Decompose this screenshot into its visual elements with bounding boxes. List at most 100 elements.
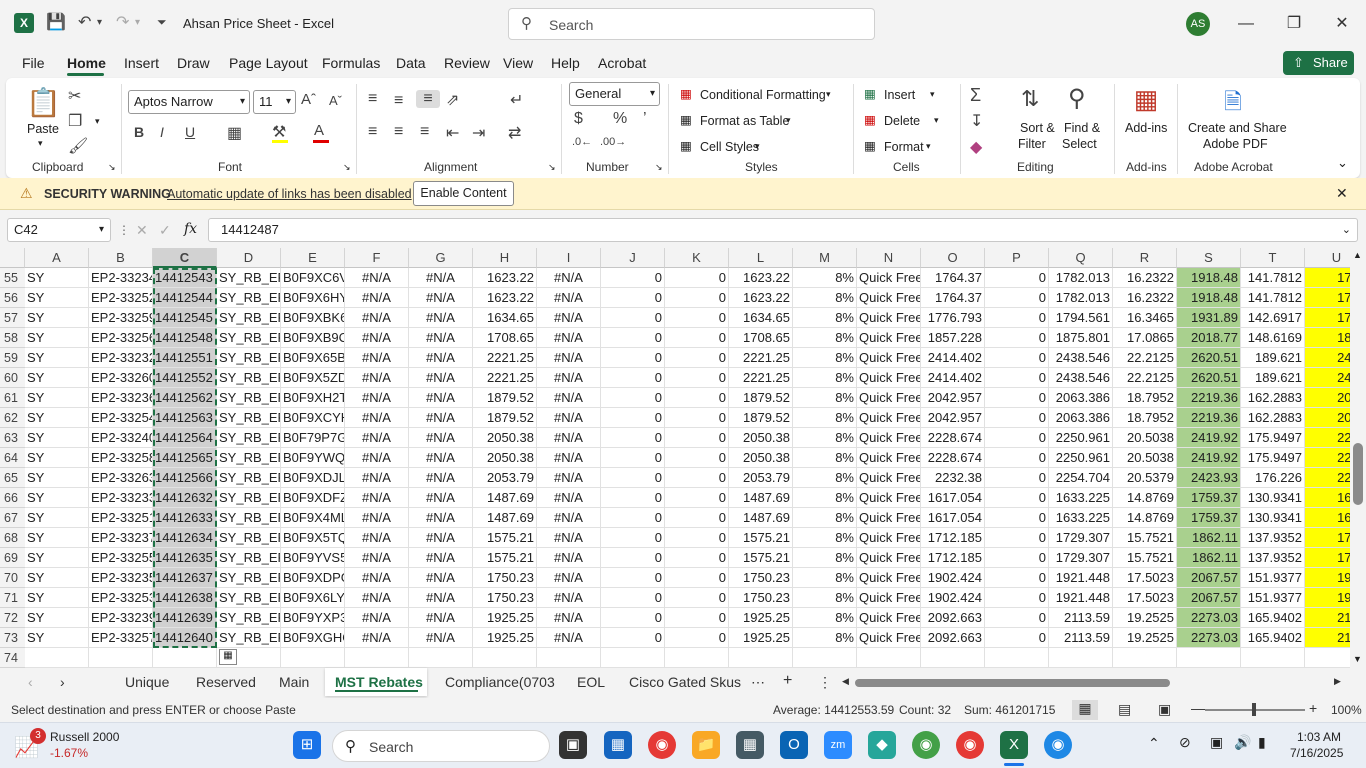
table-cell[interactable]: 19.2525 xyxy=(1113,608,1177,628)
wrap-text-icon[interactable]: ↵ xyxy=(510,90,523,110)
more-tabs-icon[interactable]: ⋯ xyxy=(751,674,765,691)
increase-indent-icon[interactable]: ⇥ xyxy=(472,123,485,143)
paste-icon[interactable]: 📋 xyxy=(26,86,61,120)
table-cell[interactable]: 1764.37 xyxy=(921,268,985,288)
table-cell[interactable] xyxy=(601,648,665,668)
minimize-icon[interactable]: — xyxy=(1231,10,1261,38)
normal-view-icon[interactable]: ▦ xyxy=(1072,700,1098,720)
table-cell[interactable]: 2113.59 xyxy=(1049,608,1113,628)
table-cell[interactable]: B0F9XC6V xyxy=(281,268,345,288)
enable-content-button[interactable]: Enable Content xyxy=(413,181,514,206)
table-cell[interactable]: 16.2322 xyxy=(1113,268,1177,288)
table-cell[interactable]: 0 xyxy=(665,268,729,288)
sort-filter-label-2[interactable]: Filter xyxy=(1018,137,1046,151)
table-cell[interactable]: 1617.054 xyxy=(921,488,985,508)
table-cell[interactable]: #N/A xyxy=(537,268,601,288)
table-cell[interactable]: SY_RB_EP2 xyxy=(217,608,281,628)
table-cell[interactable]: 8% xyxy=(793,268,857,288)
table-cell[interactable]: SY_RB_EP2 xyxy=(217,348,281,368)
row-header[interactable]: 62 xyxy=(0,408,25,428)
column-header[interactable]: N xyxy=(857,248,921,268)
copy-icon[interactable]: ❐ xyxy=(68,111,82,131)
menu-view[interactable]: View xyxy=(503,55,533,71)
table-cell[interactable]: #N/A xyxy=(345,628,409,648)
share-button[interactable]: ⇧ Share xyxy=(1283,51,1354,75)
table-cell[interactable]: 0 xyxy=(601,628,665,648)
table-cell[interactable]: #N/A xyxy=(537,528,601,548)
bold-icon[interactable]: B xyxy=(134,124,144,140)
table-cell[interactable]: #N/A xyxy=(409,308,473,328)
row-header[interactable]: 55 xyxy=(0,268,25,288)
table-cell[interactable]: 14.8769 xyxy=(1113,488,1177,508)
table-cell[interactable]: EP2-33252 xyxy=(89,288,153,308)
align-right-icon[interactable]: ≡ xyxy=(420,123,429,141)
save-icon[interactable]: 💾 xyxy=(46,12,66,32)
table-cell[interactable]: #N/A xyxy=(409,588,473,608)
table-cell[interactable]: SY xyxy=(25,448,89,468)
align-top-icon[interactable]: ≡ xyxy=(368,90,377,108)
table-cell[interactable] xyxy=(1049,648,1113,668)
table-cell[interactable]: SY xyxy=(25,608,89,628)
scroll-up-icon[interactable]: ▲ xyxy=(1353,250,1362,260)
table-cell[interactable]: 1921.448 xyxy=(1049,588,1113,608)
table-cell[interactable]: EP2-33239 xyxy=(89,608,153,628)
find-select-icon[interactable]: ⚲ xyxy=(1068,84,1086,113)
orientation-icon[interactable]: ⇗ xyxy=(446,90,459,110)
table-cell[interactable]: 2050.38 xyxy=(729,448,793,468)
table-cell[interactable]: 0 xyxy=(665,328,729,348)
table-cell[interactable]: #N/A xyxy=(537,608,601,628)
table-cell[interactable]: #N/A xyxy=(409,328,473,348)
table-cell[interactable]: #N/A xyxy=(537,368,601,388)
table-cell[interactable]: 1902.424 xyxy=(921,568,985,588)
chrome-profile-icon[interactable]: ◉ xyxy=(912,731,940,759)
table-cell[interactable]: 0 xyxy=(601,388,665,408)
table-cell[interactable]: 137.9352 xyxy=(1241,548,1305,568)
search-box[interactable]: ⚲ Search xyxy=(508,8,875,40)
table-cell[interactable]: EP2-33256 xyxy=(89,328,153,348)
table-cell[interactable]: SY_RB_EP2 xyxy=(217,408,281,428)
row-header[interactable]: 57 xyxy=(0,308,25,328)
column-header[interactable]: J xyxy=(601,248,665,268)
table-cell[interactable]: B0F9X4ML xyxy=(281,508,345,528)
table-cell[interactable]: B0F9XDFZ xyxy=(281,488,345,508)
table-cell[interactable]: 2419.92 xyxy=(1177,428,1241,448)
table-cell[interactable]: 2018.77 xyxy=(1177,328,1241,348)
table-cell[interactable]: 0 xyxy=(985,608,1049,628)
table-cell[interactable]: 1575.21 xyxy=(473,528,537,548)
table-cell[interactable]: 1776 xyxy=(1305,288,1350,308)
table-cell[interactable]: 8% xyxy=(793,628,857,648)
table-cell[interactable]: #N/A xyxy=(345,568,409,588)
calculator-icon[interactable]: ▦ xyxy=(736,731,764,759)
row-header[interactable]: 67 xyxy=(0,508,25,528)
close-icon[interactable]: ✕ xyxy=(1336,185,1348,202)
table-cell[interactable]: 0 xyxy=(601,488,665,508)
table-cell[interactable]: 8% xyxy=(793,328,857,348)
table-cell[interactable]: 2240 xyxy=(1305,448,1350,468)
table-cell[interactable]: 8% xyxy=(793,468,857,488)
table-cell[interactable]: #N/A xyxy=(537,408,601,428)
table-cell[interactable]: B0F9XGHG xyxy=(281,628,345,648)
table-cell[interactable]: 1617.054 xyxy=(921,508,985,528)
table-cell[interactable]: 1487.69 xyxy=(473,508,537,528)
table-cell[interactable]: 8% xyxy=(793,568,857,588)
table-cell[interactable]: 0 xyxy=(665,488,729,508)
autosum-icon[interactable]: Σ xyxy=(970,85,981,106)
table-cell[interactable]: 142.6917 xyxy=(1241,308,1305,328)
table-cell[interactable]: 8% xyxy=(793,308,857,328)
table-cell[interactable]: 2228.674 xyxy=(921,428,985,448)
column-header[interactable]: C xyxy=(153,248,217,268)
table-cell[interactable]: EP2-33236 xyxy=(89,388,153,408)
font-name-select[interactable]: Aptos Narrow ▾ xyxy=(128,90,250,114)
table-cell[interactable]: 2244 xyxy=(1305,468,1350,488)
chrome-profile-2-icon[interactable]: ◉ xyxy=(956,731,984,759)
row-header[interactable]: 66 xyxy=(0,488,25,508)
column-header[interactable]: E xyxy=(281,248,345,268)
decrease-indent-icon[interactable]: ⇤ xyxy=(446,123,459,143)
table-cell[interactable]: 2414.402 xyxy=(921,368,985,388)
table-cell[interactable]: SY_RB_EP2 xyxy=(217,548,281,568)
table-cell[interactable]: #N/A xyxy=(345,468,409,488)
table-cell[interactable]: 1914 xyxy=(1305,588,1350,608)
table-cell[interactable]: EP2-33254 xyxy=(89,408,153,428)
table-cell[interactable]: Quick Free xyxy=(857,348,921,368)
table-cell[interactable]: 1902.424 xyxy=(921,588,985,608)
